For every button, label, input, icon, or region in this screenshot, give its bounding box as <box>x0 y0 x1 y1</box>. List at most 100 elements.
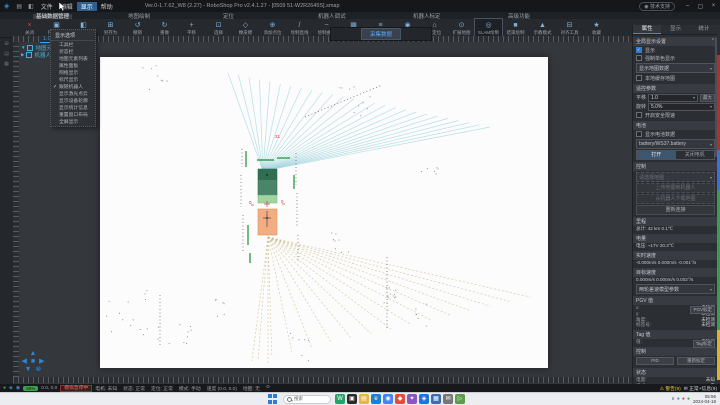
map-select-dropdown[interactable]: 请选择地图▾ <box>636 172 715 182</box>
upload-map-button[interactable]: 上传地图到机器人 <box>636 183 715 193</box>
layer-checkbox[interactable] <box>27 45 33 51</box>
menu-item[interactable]: 显示 <box>77 2 97 11</box>
checkbox-row[interactable]: 强制单色显示 <box>633 54 718 62</box>
move-left-button[interactable]: ◀ <box>21 358 26 366</box>
menu-option[interactable]: 标尺显示 <box>51 76 95 83</box>
taskbar-app-icon[interactable]: ✦ <box>407 394 417 404</box>
map-canvas[interactable]: 21 0 0 <box>100 57 548 368</box>
collect-data-button[interactable]: 采集数据 <box>361 28 401 40</box>
motor-open-button[interactable]: 打开 <box>637 151 676 159</box>
support-badge[interactable]: ◉ 技术支持 <box>639 2 675 11</box>
translate-speed-input[interactable]: 1.0▾ <box>648 94 698 102</box>
checkbox-checked[interactable] <box>636 47 642 53</box>
taskbar-app-icon[interactable]: ◆ <box>395 394 405 404</box>
taskbar-app-icon[interactable]: ▣ <box>347 394 357 404</box>
pgv-calibrate-button[interactable]: PGV标定 <box>690 306 715 314</box>
taskbar-app-icon[interactable]: ▤ <box>359 394 369 404</box>
layers-icon[interactable]: ▤ <box>4 51 9 57</box>
menu-option[interactable]: 显示设备轮廓 <box>51 97 95 104</box>
ribbon-tool-button[interactable]: ⊕ 添加点位 <box>259 19 286 37</box>
taskbar-app-icon[interactable]: ◉ <box>383 394 393 404</box>
checkbox[interactable] <box>636 75 642 81</box>
ribbon-tool-button[interactable]: + 平移 <box>178 19 205 37</box>
map-data-dropdown[interactable]: 显示地图数据▾ <box>636 63 715 73</box>
tray-icon[interactable]: ∧ <box>671 396 675 402</box>
menu-item[interactable]: 帮助 <box>97 2 117 11</box>
ribbon-tool-button[interactable]: / 绘制直线 <box>286 19 313 37</box>
taskbar-app-icon[interactable]: ◈ <box>419 394 429 404</box>
taskbar-app-icon[interactable]: ▦ <box>431 394 441 404</box>
ribbon-tool-button[interactable]: ◇ 橡皮擦 <box>232 19 259 37</box>
taskbar-app-icon[interactable]: ✉ <box>443 394 453 404</box>
menu-option[interactable]: 地图元素列表 <box>51 55 95 62</box>
ribbon-tool-button[interactable]: ⊡ 选择 <box>205 19 232 37</box>
ribbon-tool-button[interactable]: ⊙ 扩展地图 <box>448 19 475 37</box>
menu-option[interactable]: 跟随机器人 <box>51 83 95 90</box>
motor-close-button[interactable]: 关闭电机 <box>676 151 715 159</box>
quick-access-icon[interactable]: ◧ <box>28 3 34 10</box>
max-speed-button[interactable]: 最大 <box>700 94 715 102</box>
tray-icon[interactable]: ● <box>677 396 680 402</box>
checkbox-row[interactable]: 本地缓存地图 <box>633 74 718 82</box>
checkbox-row[interactable]: 开启安全限速 <box>633 111 718 119</box>
move-up-button[interactable]: ▲ <box>30 350 37 358</box>
move-right-button[interactable]: ▶ <box>39 358 44 366</box>
menu-option[interactable]: 工具栏 <box>51 41 95 48</box>
menu-option[interactable]: 网格显示 <box>51 69 95 76</box>
grid-icon[interactable]: ▦ <box>4 61 9 67</box>
taskbar-app-icon[interactable]: ▷ <box>455 394 465 404</box>
taskbar-app-icon[interactable]: W <box>335 394 345 404</box>
panel-tab[interactable]: 显示 <box>661 25 689 34</box>
tray-icon[interactable]: ● <box>687 396 690 402</box>
checkbox[interactable] <box>636 131 642 137</box>
ribbon-tool-button[interactable]: ★ 收藏 <box>583 19 610 37</box>
model-dropdown[interactable]: 两轮差速模型参数▾ <box>636 284 715 294</box>
battery-dropdown[interactable]: battery/WS37.battery▾ <box>636 139 715 149</box>
pid-button[interactable]: PID <box>636 357 674 365</box>
cancel-button[interactable]: ⊗ <box>36 366 42 374</box>
maximize-button[interactable]: ▢ <box>694 3 707 10</box>
menu-option[interactable]: 显示统计信息 <box>51 104 95 111</box>
taskbar-search[interactable]: 搜索 <box>283 395 331 404</box>
recalibrate-button[interactable]: 重新标定 <box>677 357 715 365</box>
taskbar-clock[interactable]: 05:56 2024-04-18 <box>693 394 716 404</box>
ribbon-tool-button[interactable]: ■ 结束绘制 <box>502 19 529 37</box>
menu-option[interactable]: 重置窗口布局 <box>51 111 95 118</box>
panel-tab[interactable]: 统计 <box>690 25 718 34</box>
checkbox[interactable] <box>636 55 642 61</box>
panel-toggle-icon[interactable]: ⊞ <box>4 41 8 47</box>
minimize-button[interactable]: – <box>681 3 694 9</box>
menu-option[interactable]: 状态栏 <box>51 48 95 55</box>
reconnect-button[interactable]: 重新连接 <box>636 205 715 215</box>
menu-option[interactable]: 显示激光点云 <box>51 90 95 97</box>
expand-arrow-icon[interactable]: ▶ <box>21 52 24 58</box>
ribbon-tool-button[interactable]: ▲ 示教模式 <box>529 19 556 37</box>
ribbon-tool-button[interactable]: ⊞ 另存为 <box>97 19 124 37</box>
checkbox[interactable] <box>636 112 642 118</box>
ribbon-tool-button[interactable]: × 关闭 <box>16 19 43 37</box>
checkbox-row[interactable]: 显示电池数据 <box>633 130 718 138</box>
panel-tab[interactable]: 属性 <box>633 25 661 34</box>
menu-item[interactable]: 文件 <box>37 2 57 11</box>
ribbon-tool-button[interactable]: ◎ SLAM绘制 <box>475 19 502 37</box>
menu-option[interactable]: 属性面板 <box>51 62 95 69</box>
start-button[interactable] <box>268 394 278 404</box>
move-down-button[interactable]: ▼ <box>25 366 32 374</box>
checkbox-row[interactable]: 显示 <box>633 46 718 54</box>
download-map-button[interactable]: 从机器人下载地图 <box>636 194 715 204</box>
ribbon-tool-button[interactable]: ↺ 撤销 <box>124 19 151 37</box>
warning-count[interactable]: ⚠ 警告(9) <box>660 385 681 392</box>
ribbon-tool-button[interactable]: ↻ 重做 <box>151 19 178 37</box>
taskbar-app-icon[interactable]: e <box>371 394 381 404</box>
ribbon-tool-button[interactable]: ⊟ 对齐工具 <box>556 19 583 37</box>
tray-icon[interactable]: ● <box>682 396 685 402</box>
expand-arrow-icon[interactable]: ▼ <box>21 45 25 50</box>
tag-calibrate-button[interactable]: Tag标定 <box>693 340 715 348</box>
info-count[interactable]: ✉ 正常+信息(9) <box>684 385 717 392</box>
layer-checkbox[interactable] <box>26 52 32 58</box>
close-button[interactable]: × <box>707 3 720 9</box>
quick-access-icon[interactable]: ▤ <box>16 3 22 10</box>
rotate-speed-input[interactable]: 5.0%▾ <box>648 103 715 111</box>
menu-option[interactable]: 全屏显示 <box>51 118 95 125</box>
stop-button[interactable]: ■ <box>31 358 35 366</box>
